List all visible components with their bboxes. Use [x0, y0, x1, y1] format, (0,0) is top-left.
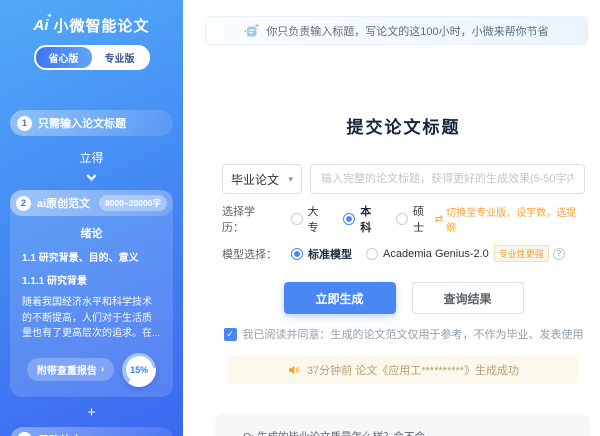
page-title: 提交论文标题	[222, 113, 585, 138]
preview-section-title: 绪论	[10, 225, 173, 241]
more-professional-badge: 专业性更强	[494, 245, 549, 262]
tab-worry-free-version[interactable]: 省心版	[36, 47, 92, 68]
sparkle-icon: ✦	[47, 12, 53, 20]
faq-link-quality[interactable]: Q: 生成的毕业论文质量怎么样？会不会有胡说八道的情况›	[243, 429, 435, 436]
step3-number: 3	[17, 432, 32, 436]
step2-header: 2 ai原创范文 8000~20000字	[10, 190, 173, 216]
chevron-down-icon	[0, 172, 183, 180]
preview-paragraph: 随着我国经济水平和科学技术的不断提高，人们对于生活质量也有了更高层次的追求。在.…	[22, 295, 161, 342]
preview-heading-1: 1.1 研究背景、目的、意义	[22, 249, 161, 264]
speaker-icon	[288, 364, 300, 376]
generation-notice: 37分钟前 论文《应用工**********》生成成功	[228, 356, 579, 384]
radio-model-standard[interactable]: 标准模型	[291, 246, 352, 262]
step2-label: ai原创范文	[37, 195, 90, 211]
report-row: 附带查重报告 › 15%	[10, 353, 173, 387]
radio-degree-master[interactable]: 硕士	[396, 203, 435, 235]
radio-checked-icon	[291, 248, 303, 260]
agreement-row: ✓ 我已阅读并同意：生成的论文范文仅用于参考，不作为毕业、发表使用	[222, 326, 585, 342]
radio-checked-icon	[343, 213, 355, 225]
action-buttons: 立即生成 查询结果	[222, 282, 585, 314]
similarity-progress-ring: 15%	[122, 353, 156, 387]
radio-model-academia-genius[interactable]: Academia Genius-2.0	[366, 248, 489, 260]
agreement-checkbox[interactable]: ✓	[224, 328, 237, 341]
banner-text: 你只负责输入标题，写论文的这100小时，小微来帮你节省	[266, 23, 548, 39]
notice-text: 37分钟前 论文《应用工**********》生成成功	[307, 362, 519, 378]
radio-icon	[396, 213, 408, 225]
preview-heading-2: 1.1.1 研究背景	[22, 272, 161, 287]
version-tabs: 省心版 专业版	[0, 45, 183, 70]
title-form-row: 毕业论文 ▾	[222, 164, 585, 194]
help-question-icon[interactable]: ?	[553, 248, 565, 260]
swap-icon: ⇄	[435, 214, 443, 225]
instant-caption: 立得	[0, 149, 183, 166]
model-label: 模型选择：	[222, 246, 277, 262]
radio-icon	[291, 213, 303, 225]
similarity-percent: 15%	[126, 356, 153, 383]
plagiarism-report-button[interactable]: 附带查重报告 ›	[27, 358, 114, 381]
promo-banner: 你只负责输入标题，写论文的这100小时，小微来帮你节省	[205, 16, 588, 45]
step1-number: 1	[17, 116, 32, 131]
document-sparkle-icon	[244, 23, 260, 38]
app-title: 小微智能论文	[53, 15, 149, 36]
switch-to-pro-link[interactable]: ⇄ 切换至专业版，设字数，选提纲	[435, 204, 585, 234]
step2-number: 2	[16, 196, 31, 211]
version-tab-group: 省心版 专业版	[34, 45, 150, 70]
word-count-badge: 8000~20000字	[99, 195, 167, 211]
degree-row: 选择学历： 大专 本科 硕士 ⇄ 切换至专业版，设字数，选提纲	[222, 203, 585, 235]
app-logo-icon: Ai✦	[33, 17, 48, 34]
step1-label: 只需输入论文标题	[38, 115, 126, 131]
step3-bar: 3 思路补充	[10, 427, 173, 436]
model-row: 模型选择： 标准模型 Academia Genius-2.0 专业性更强 ?	[222, 245, 585, 262]
faq-link-sample[interactable]: Q: 有没有示例毕业论文›	[435, 429, 580, 436]
app-window: Ai✦ 小微智能论文 省心版 专业版 1 只需输入论文标题 立得 2 ai原创范…	[0, 0, 600, 436]
plus-icon: +	[0, 404, 183, 421]
logo: Ai✦ 小微智能论文	[0, 0, 183, 36]
step1-bar: 1 只需输入论文标题	[10, 110, 173, 136]
degree-label: 选择学历：	[222, 203, 277, 235]
sidebar: Ai✦ 小微智能论文 省心版 专业版 1 只需输入论文标题 立得 2 ai原创范…	[0, 0, 183, 436]
paper-title-input[interactable]	[310, 164, 585, 194]
faq-section: Q: 生成的毕业论文质量怎么样？会不会有胡说八道的情况› Q: 有没有示例毕业论…	[215, 414, 590, 436]
query-results-button[interactable]: 查询结果	[412, 282, 524, 314]
paper-type-select[interactable]: 毕业论文 ▾	[222, 164, 302, 194]
radio-degree-bachelor[interactable]: 本科	[343, 203, 382, 235]
chevron-down-icon: ▾	[288, 174, 293, 185]
radio-degree-junior-college[interactable]: 大专	[291, 203, 330, 235]
main-panel: 你只负责输入标题，写论文的这100小时，小微来帮你节省 提交论文标题 毕业论文 …	[183, 0, 600, 436]
notice-wrap: 37分钟前 论文《应用工**********》生成成功	[222, 356, 585, 384]
step2-card: 2 ai原创范文 8000~20000字 绪论 1.1 研究背景、目的、意义 1…	[10, 190, 173, 397]
radio-icon	[366, 248, 378, 260]
generate-now-button[interactable]: 立即生成	[284, 282, 396, 314]
arrow-right-icon: ›	[101, 364, 104, 375]
step3-label: 思路补充	[38, 432, 82, 436]
tab-pro-version[interactable]: 专业版	[92, 47, 148, 68]
agreement-text: 我已阅读并同意：生成的论文范文仅用于参考，不作为毕业、发表使用	[243, 326, 584, 342]
